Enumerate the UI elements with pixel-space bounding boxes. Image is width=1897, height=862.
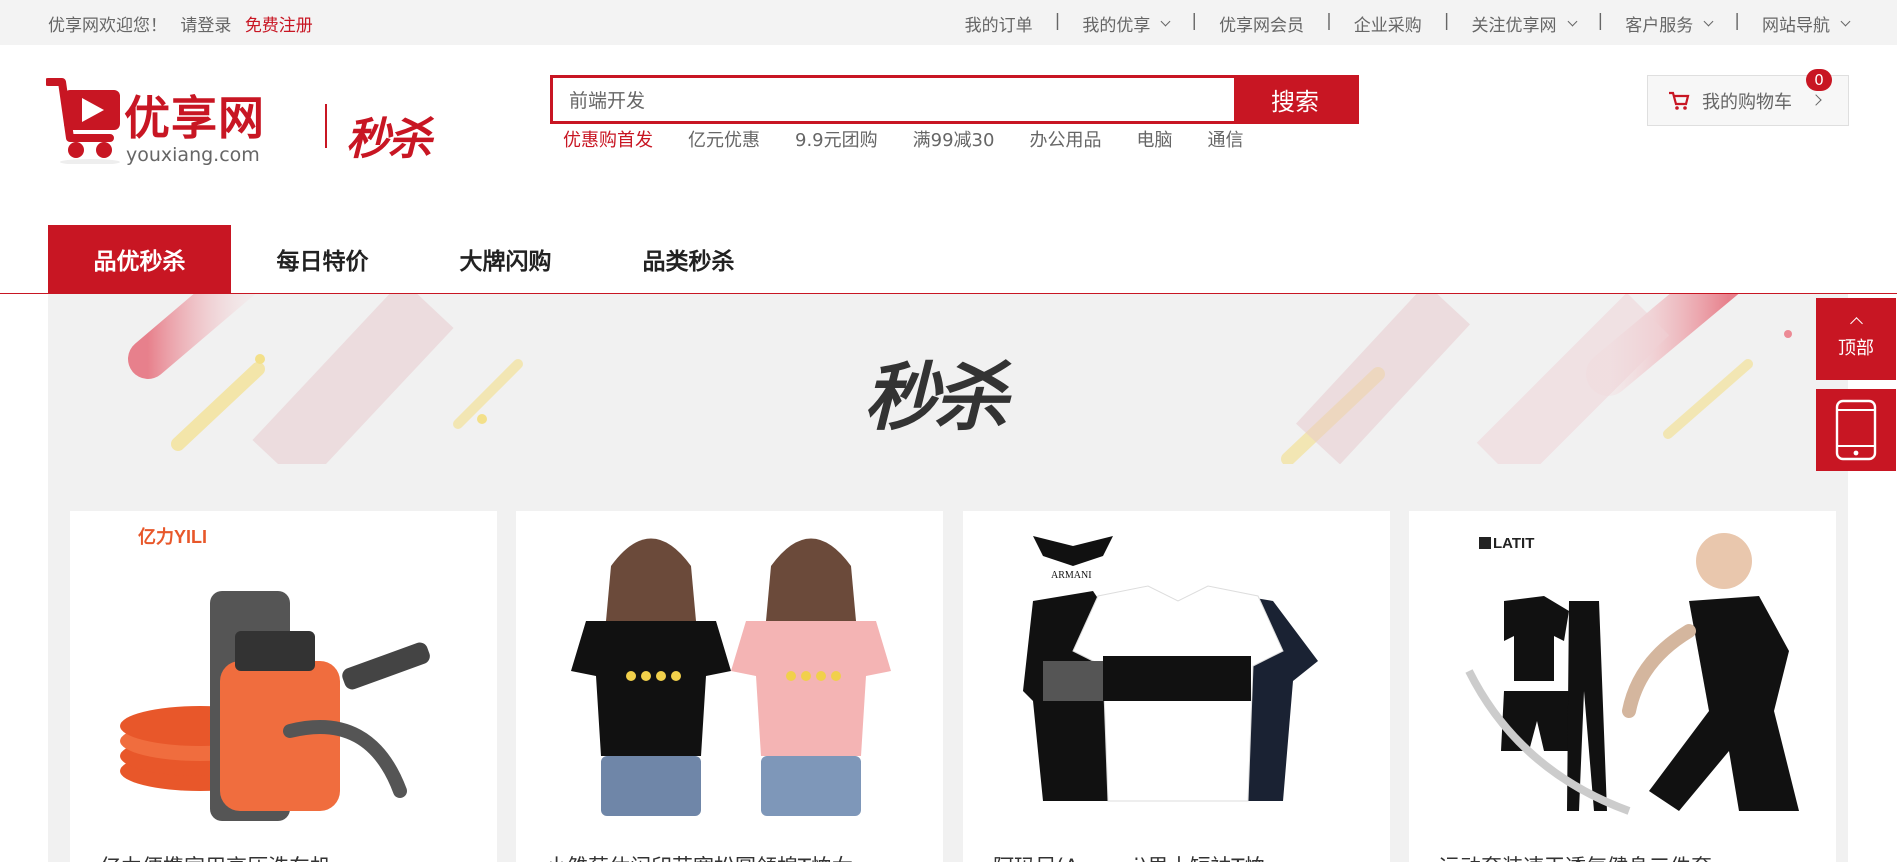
top-bar-links: 我的订单 | 我的优享 | 优享网会员 | 企业采购 | 关注优享网 | 客户服… <box>965 11 1851 36</box>
my-orders-link[interactable]: 我的订单 <box>965 11 1033 36</box>
product-title[interactable]: 阿玛尼(Armani)男士短袖T恤 <box>993 851 1265 862</box>
site-logo[interactable]: 优享网 youxiang.com <box>46 76 276 166</box>
chevron-down-icon <box>1840 16 1851 26</box>
separator: | <box>1054 11 1061 31</box>
customer-service-menu[interactable]: 客户服务 <box>1625 11 1714 36</box>
tab-brand-flash[interactable]: 大牌闪购 <box>414 225 597 293</box>
separator: | <box>1597 11 1604 31</box>
chevron-down-icon <box>1160 16 1171 26</box>
hotword-link[interactable]: 电脑 <box>1136 126 1172 152</box>
login-link[interactable]: 请登录 <box>180 16 231 36</box>
hotword-link[interactable]: 满99减30 <box>913 126 995 152</box>
my-youxiang-menu[interactable]: 我的优享 <box>1082 11 1171 36</box>
brand-domain: youxiang.com <box>126 144 260 166</box>
search-bar: 搜索 <box>550 75 1359 124</box>
separator: | <box>1326 11 1332 31</box>
register-link[interactable]: 免费注册 <box>245 16 313 36</box>
tablet-icon <box>1835 399 1877 461</box>
chevron-down-icon <box>1567 16 1577 26</box>
product-image-women-tshirt <box>571 538 891 816</box>
separator: | <box>1191 11 1198 31</box>
logo-divider <box>325 104 327 148</box>
cart-count-badge: 0 <box>1806 69 1832 91</box>
product-image-sportswear-set: LATIT <box>1465 533 1799 815</box>
hotword-link[interactable]: 优惠购首发 <box>563 126 653 152</box>
banner-title: 秒杀 <box>864 355 1008 441</box>
tab-pinyou-miaosha[interactable]: 品优秒杀 <box>48 225 231 293</box>
product-card[interactable]: ARMANI 阿玛尼(Armani)男士短袖T恤 <box>963 511 1390 862</box>
product-title[interactable]: 小雏菊休闲印花宽松圆领棉T恤女 <box>546 851 853 862</box>
top-bar: 优享网欢迎您！ 请登录 免费注册 我的订单 | 我的优享 | 优享网会员 | 企… <box>0 0 1897 45</box>
chevron-down-icon <box>1703 16 1714 26</box>
chevron-right-icon <box>1810 94 1822 106</box>
chevron-up-icon <box>1849 316 1863 330</box>
brand-name: 优享网 <box>124 91 265 145</box>
cart-logo-icon <box>46 78 120 164</box>
product-image-pressure-washer: 亿力YILI <box>120 526 430 821</box>
miaosha-logo: 秒杀 <box>346 114 432 165</box>
tab-daily-deals[interactable]: 每日特价 <box>231 225 414 293</box>
product-card[interactable]: LATIT 运动套装速干透气健身三件套 <box>1409 511 1836 862</box>
hotword-link[interactable]: 亿元优惠 <box>688 126 760 152</box>
shopping-cart-icon <box>1669 91 1690 110</box>
separator: | <box>1443 11 1450 31</box>
search-button[interactable]: 搜索 <box>1234 78 1356 121</box>
product-brand: ARMANI <box>1051 570 1092 581</box>
member-link[interactable]: 优享网会员 <box>1219 11 1304 36</box>
main-nav: 品优秒杀 每日特价 大牌闪购 品类秒杀 <box>48 225 780 293</box>
product-card[interactable]: 小雏菊休闲印花宽松圆领棉T恤女 <box>516 511 943 862</box>
cart-label: 我的购物车 <box>1702 91 1792 113</box>
search-input[interactable] <box>553 78 1234 121</box>
product-title[interactable]: 运动套装速干透气健身三件套 <box>1439 851 1712 862</box>
separator: | <box>1734 11 1740 31</box>
product-brand: LATIT <box>1493 535 1534 552</box>
hot-words: 优惠购首发 亿元优惠 9.9元团购 满99减30 办公用品 电脑 通信 <box>563 126 1278 152</box>
back-to-top-label: 顶部 <box>1838 337 1874 359</box>
product-card[interactable]: 亿力YILI 亿力便携家用高压洗车机 <box>70 511 497 862</box>
hotword-link[interactable]: 通信 <box>1207 126 1243 152</box>
shopping-cart-button[interactable]: 我的购物车 0 <box>1647 69 1849 126</box>
hotword-link[interactable]: 9.9元团购 <box>795 126 878 152</box>
product-brand: 亿力YILI <box>138 526 207 547</box>
product-image-armani-tshirt: ARMANI <box>1023 536 1318 802</box>
product-title[interactable]: 亿力便携家用高压洗车机 <box>100 851 331 862</box>
hotword-link[interactable]: 办公用品 <box>1029 126 1101 152</box>
welcome-text: 优享网欢迎您！ <box>48 16 167 36</box>
mobile-app-button[interactable] <box>1816 389 1896 471</box>
enterprise-link[interactable]: 企业采购 <box>1354 11 1422 36</box>
site-nav-menu[interactable]: 网站导航 <box>1762 11 1851 36</box>
top-bar-left: 优享网欢迎您！ 请登录 免费注册 <box>48 11 321 36</box>
back-to-top-button[interactable]: 顶部 <box>1816 298 1896 380</box>
tab-category-miaosha[interactable]: 品类秒杀 <box>597 225 780 293</box>
follow-menu[interactable]: 关注优享网 <box>1472 11 1577 36</box>
